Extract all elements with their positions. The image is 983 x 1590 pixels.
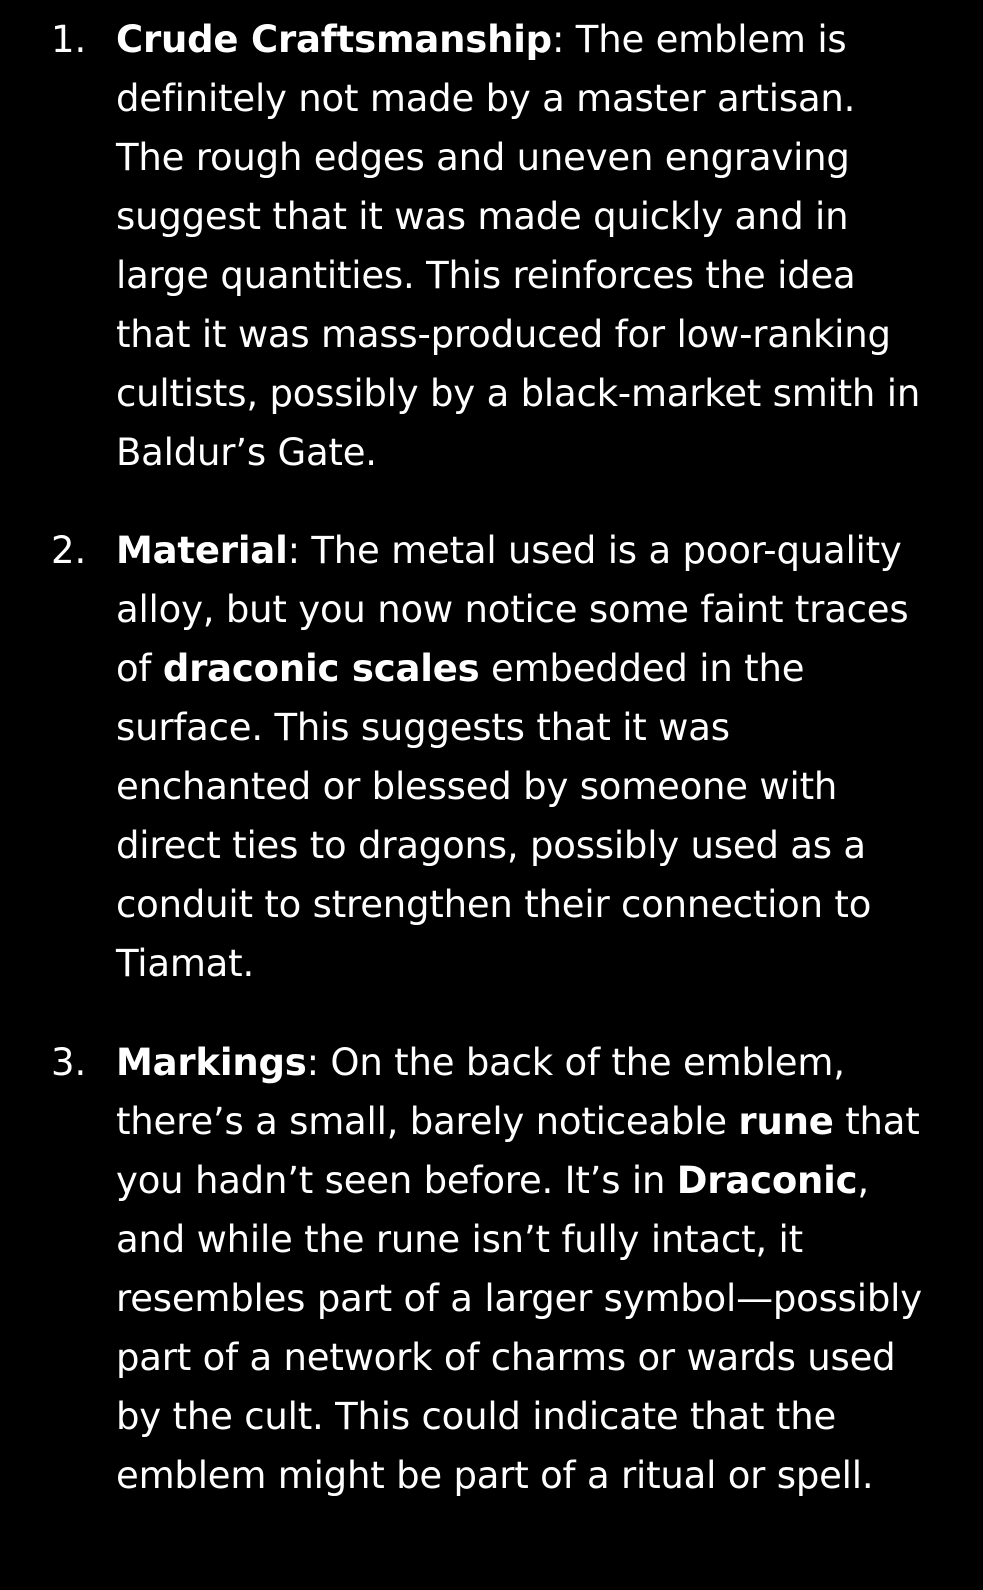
list-item-emphasis: rune xyxy=(738,1100,834,1143)
list-item-number: 1. xyxy=(51,18,87,61)
list-item-body: : The emblem is definitely not made by a… xyxy=(116,18,921,474)
list-item-body: embedded in the surface. This suggests t… xyxy=(116,647,872,985)
list-item-number: 2. xyxy=(51,529,87,572)
list-item-heading: Crude Craftsmanship xyxy=(116,18,552,61)
list-item-number: 3. xyxy=(51,1041,87,1084)
list-item-text: Crude Craftsmanship: The emblem is defin… xyxy=(116,10,931,482)
list-item-emphasis: Draconic xyxy=(676,1159,858,1202)
list-item-emphasis: draconic scales xyxy=(162,647,480,690)
list-item-heading: Material xyxy=(116,529,288,572)
list-item-text: Material: The metal used is a poor-quali… xyxy=(116,521,931,993)
list-item-heading: Markings xyxy=(116,1041,307,1084)
list-item-text: Markings: On the back of the emblem, the… xyxy=(116,1033,931,1505)
message-content: 1. Crude Craftsmanship: The emblem is de… xyxy=(0,0,983,1590)
list-item-body: , and while the rune isn’t fully intact,… xyxy=(116,1159,922,1497)
